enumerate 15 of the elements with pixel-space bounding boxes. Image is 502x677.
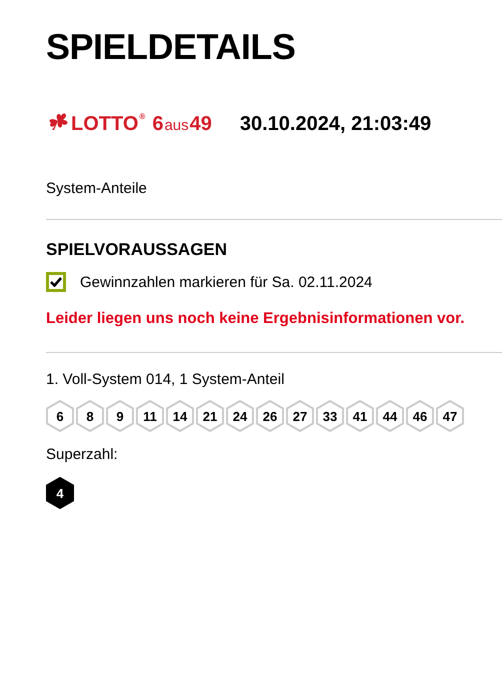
- check-icon: [50, 277, 62, 287]
- ticket-timestamp: 30.10.2024, 21:03:49: [240, 112, 432, 136]
- checkbox-label: Gewinnzahlen markieren für Sa. 02.11.2024: [80, 274, 372, 290]
- page-title: SPIELDETAILS: [46, 26, 296, 68]
- notice-message: Leider liegen uns noch keine Ergebnisinformationen vor.: [46, 310, 466, 328]
- logo-word: aus: [164, 117, 189, 134]
- section-heading: SPIELVORAUSSAGEN: [46, 240, 228, 260]
- ticket-type: System-Anteile: [46, 180, 148, 197]
- logo-number: 49: [190, 113, 212, 136]
- checkbox[interactable]: [46, 272, 66, 292]
- logo-number: 6: [152, 113, 164, 136]
- game-title: 1. Voll-System 014, 1 System-Anteil: [46, 371, 286, 388]
- registered-mark: ®: [139, 112, 146, 121]
- superzahl-label: Superzahl:: [46, 446, 119, 463]
- logo-wordmark: LOTTO: [71, 113, 138, 136]
